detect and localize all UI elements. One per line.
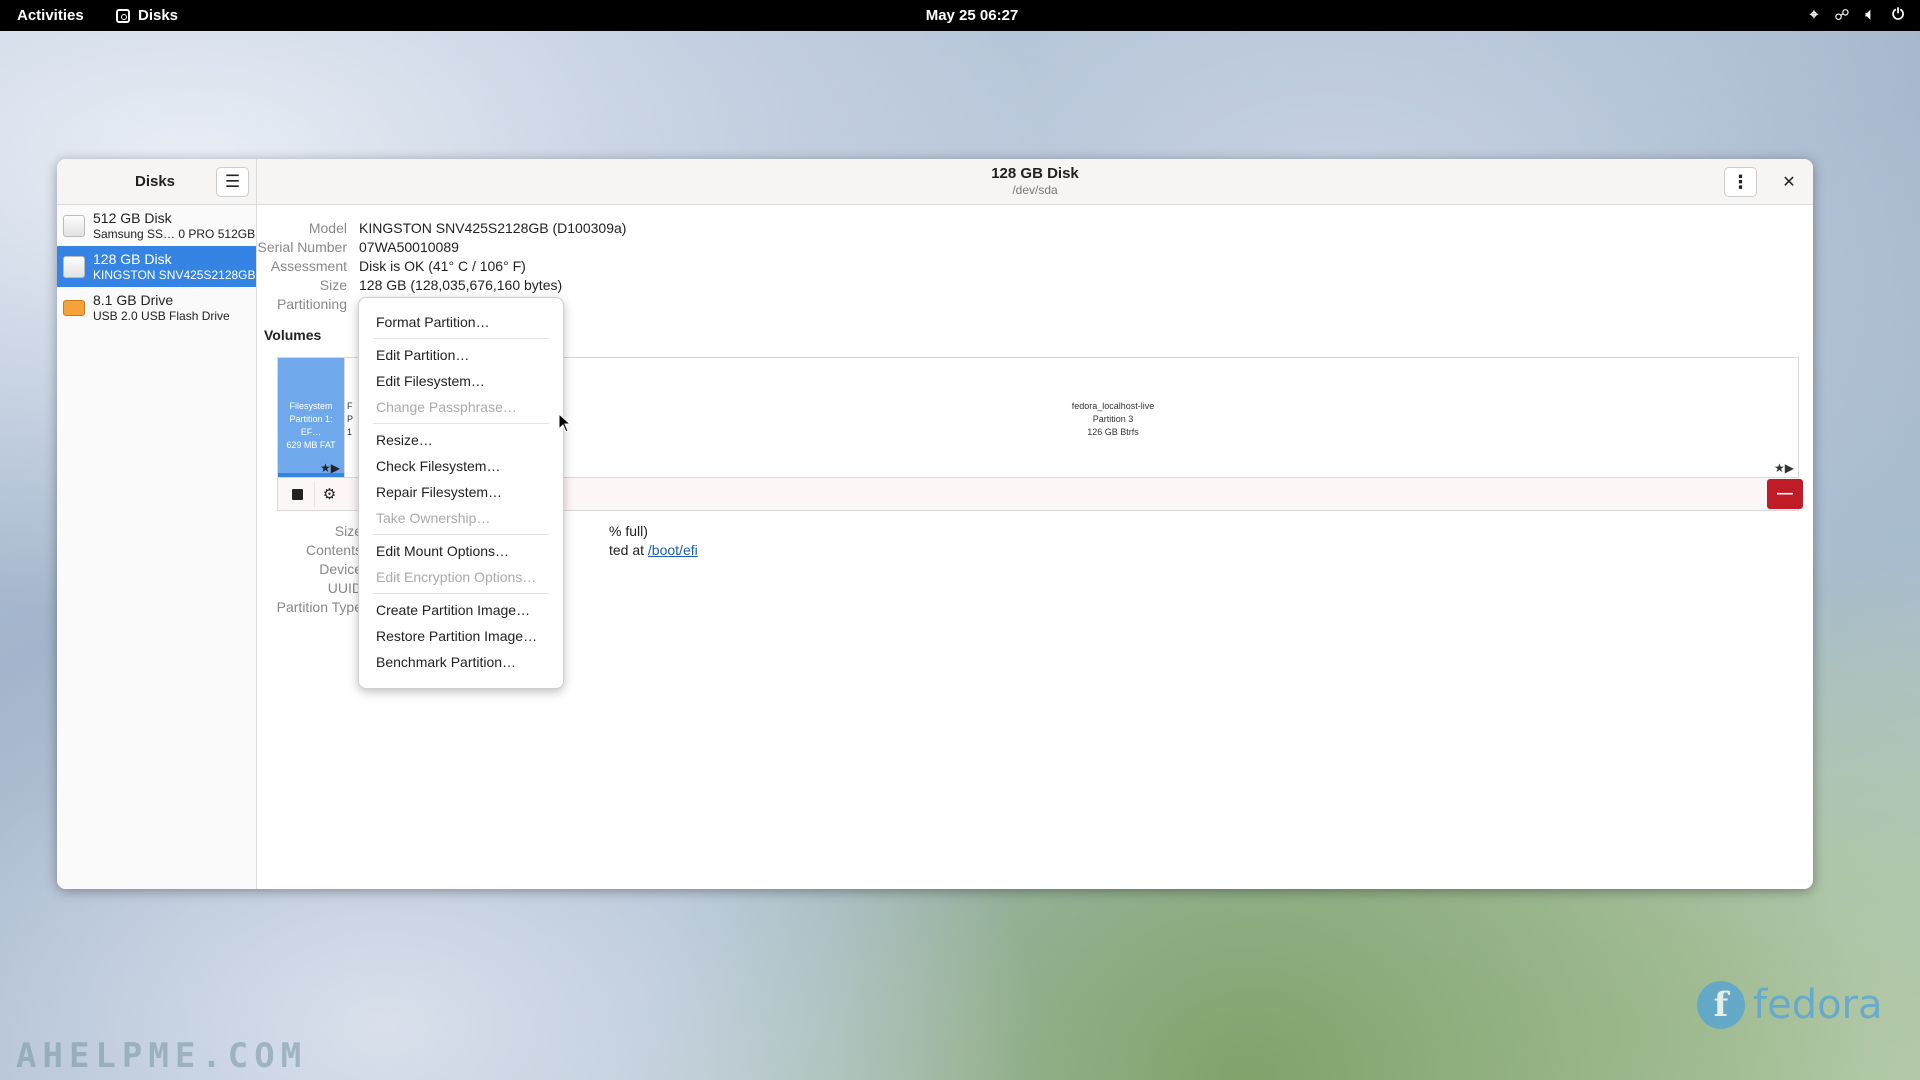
size-label: Size xyxy=(319,277,347,293)
assessment-value: Disk is OK (41° C / 106° F) xyxy=(359,258,526,274)
close-icon: ✕ xyxy=(1782,174,1796,191)
page-subtitle: /dev/sda xyxy=(1012,183,1058,197)
menu-item-check-filesystem[interactable]: Check Filesystem… xyxy=(359,453,563,479)
menu-separator xyxy=(373,423,549,424)
hard-disk-icon xyxy=(63,255,85,278)
main-content: Model KINGSTON SNV425S2128GB (D100309a) S… xyxy=(257,205,1813,889)
partition-label-line: Filesystem xyxy=(289,401,333,411)
drive-name: 8.1 GB Drive xyxy=(93,291,174,308)
serial-value: 07WA50010089 xyxy=(359,239,459,255)
drive-model: Samsung SS… 0 PRO 512GB xyxy=(93,226,256,241)
partition-label-line: Partition 3 xyxy=(1092,414,1134,424)
menu-item-benchmark-partition[interactable]: Benchmark Partition… xyxy=(359,649,563,675)
app-menu[interactable]: Disks xyxy=(116,7,178,24)
partition-label-line: fedora_localhost-live xyxy=(1071,401,1155,411)
volume-icon[interactable]: 🔈︎ xyxy=(1862,6,1878,24)
unmount-button[interactable] xyxy=(282,481,312,507)
top-bar: Activities Disks May 25 06:27 ⌖ ☍ 🔈︎ ⏻ xyxy=(0,0,1920,31)
menu-item-resize[interactable]: Resize… xyxy=(359,427,563,453)
sidebar-header: Disks ☰ xyxy=(57,159,256,205)
fedora-infinity-icon: f xyxy=(1697,981,1745,1029)
power-icon[interactable]: ⏻ xyxy=(1890,6,1906,24)
partition-options-menu: Format Partition… Edit Partition… Edit F… xyxy=(358,297,564,689)
menu-item-format-partition[interactable]: Format Partition… xyxy=(359,309,563,335)
delete-partition-button[interactable]: — xyxy=(1767,479,1803,509)
activities-button[interactable]: Activities xyxy=(17,7,84,24)
drive-list: 512 GB Disk Samsung SS… 0 PRO 512GB 128 … xyxy=(57,205,256,328)
close-button[interactable]: ✕ xyxy=(1779,172,1799,192)
gears-icon: ⚙ xyxy=(322,486,337,503)
menu-item-edit-mount-options[interactable]: Edit Mount Options… xyxy=(359,538,563,564)
hamburger-icon: ☰ xyxy=(224,172,241,191)
model-value: KINGSTON SNV425S2128GB (D100309a) xyxy=(359,220,627,236)
mount-point-link[interactable]: /boot/efi xyxy=(648,542,698,558)
menu-item-take-ownership: Take Ownership… xyxy=(376,510,491,526)
serial-label: Serial Number xyxy=(257,239,347,255)
menu-separator xyxy=(373,534,549,535)
size-value: 128 GB (128,035,676,160 bytes) xyxy=(359,277,563,293)
drive-name: 512 GB Disk xyxy=(93,209,172,226)
drive-item-512gb[interactable]: 512 GB Disk Samsung SS… 0 PRO 512GB xyxy=(57,205,256,246)
contents-label: Contents xyxy=(305,542,362,558)
main-menu-button[interactable]: ☰ xyxy=(216,167,249,197)
usb-drive-icon xyxy=(63,299,85,316)
menu-item-edit-filesystem[interactable]: Edit Filesystem… xyxy=(359,368,563,394)
system-tray[interactable]: ⌖ ☍ 🔈︎ ⏻ xyxy=(1806,6,1906,24)
volumes-heading: Volumes xyxy=(264,327,322,343)
selection-indicator xyxy=(278,473,344,477)
kebab-menu-icon: ⋮ xyxy=(1731,171,1750,192)
device-label: Device xyxy=(319,561,362,577)
mounted-play-icon: ★▶ xyxy=(1774,461,1794,475)
partition-label-line: 629 MB FAT xyxy=(286,440,336,450)
drive-item-128gb[interactable]: 128 GB Disk KINGSTON SNV425S2128GB xyxy=(57,246,256,287)
stop-icon xyxy=(291,488,303,500)
sidebar: Disks ☰ 512 GB Disk Samsung SS… 0 PRO 51… xyxy=(57,159,257,889)
hard-disk-icon xyxy=(63,214,85,237)
drive-options-button[interactable]: ⋮ xyxy=(1724,167,1757,197)
drive-item-usb[interactable]: 8.1 GB Drive USB 2.0 USB Flash Drive xyxy=(57,287,256,328)
menu-item-edit-partition[interactable]: Edit Partition… xyxy=(359,342,563,368)
drive-model: KINGSTON SNV425S2128GB xyxy=(93,267,256,282)
menu-separator xyxy=(373,338,549,339)
minus-icon: — xyxy=(1777,485,1793,502)
network-icon[interactable]: ☍ xyxy=(1834,6,1850,24)
partition-3-segment[interactable]: fedora_localhost-live Partition 3 126 GB… xyxy=(427,358,1798,477)
menu-item-repair-filesystem[interactable]: Repair Filesystem… xyxy=(359,479,563,505)
partition-1-segment[interactable]: Filesystem Partition 1: EF… 629 MB FAT ★… xyxy=(278,358,344,477)
menu-item-change-passphrase: Change Passphrase… xyxy=(376,399,517,415)
menu-item-create-partition-image[interactable]: Create Partition Image… xyxy=(359,597,563,623)
partition-label-line: Partition 1: EF… xyxy=(289,414,333,437)
assessment-label: Assessment xyxy=(270,258,347,274)
disks-window: Disks ☰ 512 GB Disk Samsung SS… 0 PRO 51… xyxy=(57,159,1813,889)
drive-model: USB 2.0 USB Flash Drive xyxy=(93,308,230,323)
additional-options-button[interactable]: ⚙ xyxy=(314,481,344,507)
drive-name: 128 GB Disk xyxy=(93,250,172,267)
menu-item-edit-encryption-options: Edit Encryption Options… xyxy=(376,569,537,585)
menu-item-restore-partition-image[interactable]: Restore Partition Image… xyxy=(359,623,563,649)
disks-app-icon xyxy=(116,8,130,23)
app-menu-label: Disks xyxy=(138,7,179,24)
partition-type-label: Partition Type xyxy=(276,599,362,615)
vol-size-label: Size xyxy=(334,523,362,539)
page-title: 128 GB Disk xyxy=(991,165,1079,182)
uuid-label: UUID xyxy=(327,580,362,596)
fedora-logo: f fedora xyxy=(1697,981,1883,1029)
header-bar: 128 GB Disk /dev/sda ⋮ ✕ xyxy=(257,159,1813,205)
menu-separator xyxy=(373,593,549,594)
fedora-wordmark: fedora xyxy=(1753,982,1883,1028)
partition-label-line: 126 GB Btrfs xyxy=(1087,427,1139,437)
watermark: AHELPME.COM xyxy=(16,1036,308,1076)
model-label: Model xyxy=(308,220,347,236)
location-icon[interactable]: ⌖ xyxy=(1806,6,1822,24)
partitioning-label: Partitioning xyxy=(276,296,347,312)
contents-value: ted at xyxy=(609,542,648,558)
clock[interactable]: May 25 06:27 xyxy=(912,7,1032,24)
